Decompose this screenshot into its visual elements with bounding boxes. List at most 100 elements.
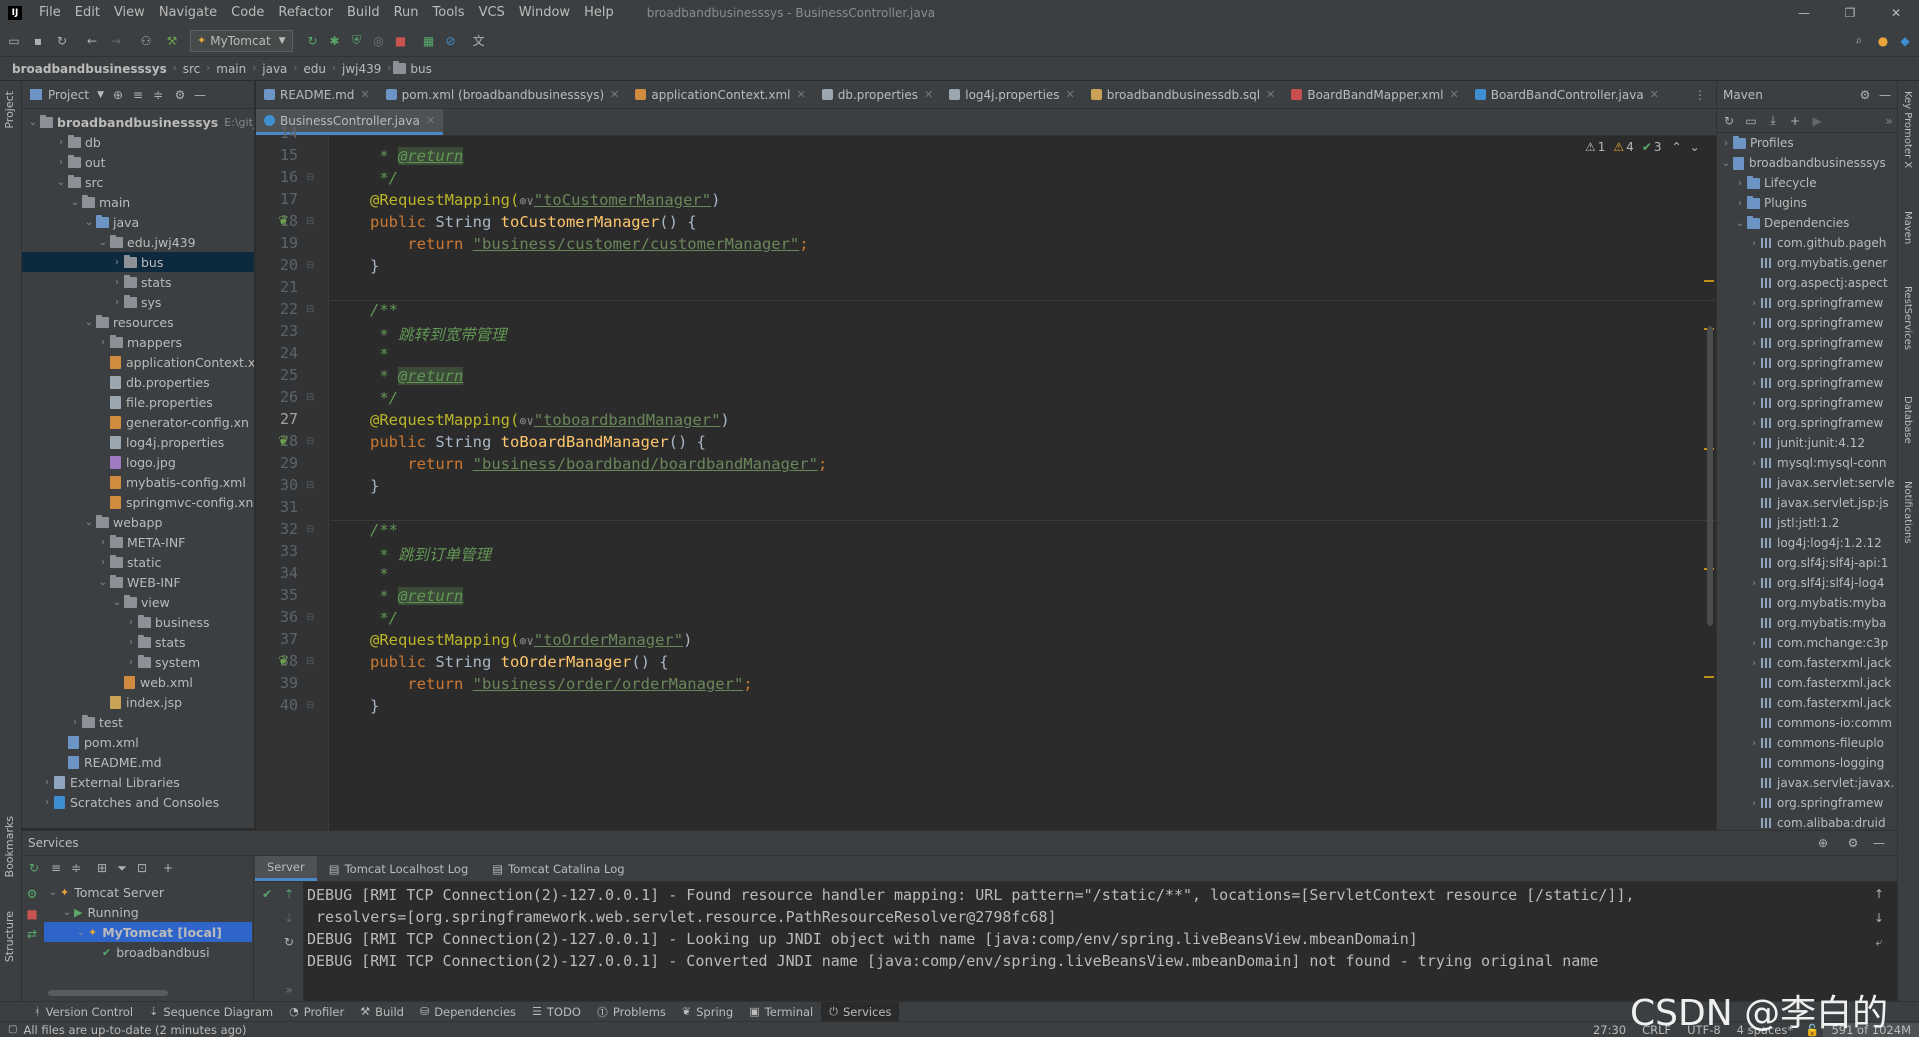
menu-file[interactable]: File: [32, 0, 68, 25]
maven-node[interactable]: › com.mchange:c3p: [1717, 633, 1897, 653]
fold-marker-icon[interactable]: ⊟: [306, 612, 314, 623]
menu-vcs[interactable]: VCS: [472, 0, 512, 25]
maven-node[interactable]: › org.springframew: [1717, 393, 1897, 413]
tree-node[interactable]: ⌄ java: [22, 212, 254, 232]
reload-icon[interactable]: ↻: [1721, 113, 1737, 129]
debug-bug-icon[interactable]: ✱: [327, 33, 343, 49]
tree-node[interactable]: ⌄ edu.jwj439: [22, 232, 254, 252]
breadcrumb-edu[interactable]: edu: [299, 62, 330, 76]
tree-node[interactable]: index.jsp: [22, 692, 254, 712]
deploy-icon[interactable]: ⇄: [24, 926, 40, 942]
maven-node[interactable]: javax.servlet:servle: [1717, 473, 1897, 493]
expand-all-icon[interactable]: ≡: [48, 860, 64, 876]
restservices-tool-tab[interactable]: RestServices: [1902, 286, 1913, 350]
tree-node[interactable]: › Scratches and Consoles: [22, 792, 254, 812]
menu-window[interactable]: Window: [512, 0, 577, 25]
fold-marker-icon[interactable]: ⊟: [306, 216, 314, 227]
structure-tool-tab[interactable]: Structure: [3, 911, 16, 962]
soft-wrap-icon[interactable]: ⤶: [1871, 934, 1887, 950]
error-stripe[interactable]: [1702, 136, 1716, 830]
new-tab-icon[interactable]: ⊡: [134, 860, 150, 876]
tab-catalina-log[interactable]: ▤ Tomcat Catalina Log: [480, 856, 636, 881]
maven-node[interactable]: com.fasterxml.jack: [1717, 673, 1897, 693]
gear-icon[interactable]: ⚙: [1845, 835, 1861, 851]
maven-node[interactable]: ⌄ broadbandbusinesssys: [1717, 153, 1897, 173]
editor-tab[interactable]: db.properties ✕: [814, 81, 942, 108]
add-icon[interactable]: +: [160, 860, 176, 876]
gear-icon[interactable]: ⚙: [1857, 87, 1873, 103]
update-check-icon[interactable]: ✔: [259, 886, 275, 902]
stop-icon[interactable]: ■: [24, 906, 40, 922]
editor-tab[interactable]: broadbandbusinessdb.sql ✕: [1083, 81, 1284, 108]
undeploy-icon[interactable]: ⇣: [281, 910, 297, 926]
add-folder-icon[interactable]: ▭: [1743, 113, 1759, 129]
download-icon[interactable]: ⤓: [1765, 113, 1781, 129]
maven-node[interactable]: commons-io:comm: [1717, 713, 1897, 733]
close-tab-icon[interactable]: ✕: [1266, 88, 1275, 101]
maven-node[interactable]: › org.springframew: [1717, 373, 1897, 393]
tool-window-sequence-diagram[interactable]: ⇣ Sequence Diagram: [141, 1002, 281, 1021]
run-icon[interactable]: ⚙: [24, 886, 40, 902]
tree-node[interactable]: › mappers: [22, 332, 254, 352]
tree-node[interactable]: web.xml: [22, 672, 254, 692]
close-tab-icon[interactable]: ✕: [426, 114, 435, 127]
tool-window-services[interactable]: ⏻ Services: [821, 1002, 900, 1021]
save-all-icon[interactable]: ▪: [30, 33, 46, 49]
maven-node[interactable]: › com.github.pageh: [1717, 233, 1897, 253]
close-tab-icon[interactable]: ✕: [924, 88, 933, 101]
services-hscrollbar[interactable]: [48, 990, 168, 996]
scroll-up-icon[interactable]: ↑: [1871, 886, 1887, 902]
tree-node[interactable]: › test: [22, 712, 254, 732]
run-config-dropdown[interactable]: ✦ MyTomcat ▼: [190, 29, 293, 52]
add-service-icon[interactable]: ⊕: [1815, 835, 1831, 851]
service-node[interactable]: ✔ broadbandbusi: [44, 942, 252, 962]
editor-scrollbar[interactable]: [1707, 326, 1713, 626]
editor-tab[interactable]: BoardBandController.java ✕: [1467, 81, 1667, 108]
inspection-widget[interactable]: ⚠ 1 ⚠ 4 ✔ 3 ⌃ ⌄: [1585, 140, 1700, 154]
close-tab-icon[interactable]: ✕: [1450, 88, 1459, 101]
tree-node[interactable]: › business: [22, 612, 254, 632]
maven-node[interactable]: log4j:log4j:1.2.12: [1717, 533, 1897, 553]
tool-window-version-control[interactable]: ᚼ Version Control: [26, 1002, 141, 1021]
scroll-down-icon[interactable]: ↓: [1871, 910, 1887, 926]
profile-icon[interactable]: ◎: [371, 33, 387, 49]
fold-marker-icon[interactable]: ⊟: [306, 656, 314, 667]
fold-marker-icon[interactable]: ⊟: [306, 172, 314, 183]
service-node[interactable]: ⌄ ✦ MyTomcat [local]: [44, 922, 252, 942]
forward-icon[interactable]: →: [108, 33, 124, 49]
tool-window-problems[interactable]: ⓵ Problems: [589, 1002, 674, 1021]
tree-node[interactable]: ⌄ view: [22, 592, 254, 612]
chevron-down-icon[interactable]: ▼: [97, 90, 104, 100]
next-highlight-icon[interactable]: ⌄: [1690, 140, 1700, 154]
maven-node[interactable]: › org.springframew: [1717, 793, 1897, 813]
editor-tab[interactable]: applicationContext.xml ✕: [627, 81, 813, 108]
maven-node[interactable]: › Lifecycle: [1717, 173, 1897, 193]
tree-node[interactable]: log4j.properties: [22, 432, 254, 452]
maven-node[interactable]: › org.springframew: [1717, 413, 1897, 433]
maven-node[interactable]: org.slf4j:slf4j-api:1: [1717, 553, 1897, 573]
deploy-icon[interactable]: ⇡: [281, 886, 297, 902]
minimize-icon[interactable]: —: [1781, 6, 1827, 20]
maven-node[interactable]: org.mybatis.gener: [1717, 253, 1897, 273]
notifications-tool-tab[interactable]: Notifications: [1902, 481, 1913, 544]
group-icon[interactable]: ⊞: [94, 860, 110, 876]
bookmarks-tool-tab[interactable]: Bookmarks: [3, 816, 16, 877]
update-icon[interactable]: ●: [1875, 33, 1891, 49]
more-icon[interactable]: »: [1881, 113, 1897, 129]
editor-tab[interactable]: log4j.properties ✕: [941, 81, 1083, 108]
collapse-all-icon[interactable]: ≑: [68, 860, 84, 876]
tree-node[interactable]: › system: [22, 652, 254, 672]
stop-icon[interactable]: ■: [393, 33, 409, 49]
maven-node[interactable]: › org.springframew: [1717, 313, 1897, 333]
editor-tab[interactable]: pom.xml (broadbandbusinesssys) ✕: [378, 81, 628, 108]
fold-marker-icon[interactable]: ⊟: [306, 392, 314, 403]
maven-node[interactable]: org.mybatis:myba: [1717, 593, 1897, 613]
close-tab-icon[interactable]: ✕: [360, 88, 369, 101]
project-view-dropdown[interactable]: Project: [48, 88, 89, 102]
tree-node[interactable]: pom.xml: [22, 732, 254, 752]
tool-window-build[interactable]: ⚒ Build: [352, 1002, 412, 1021]
tree-node[interactable]: › sys: [22, 292, 254, 312]
maven-node[interactable]: org.mybatis:myba: [1717, 613, 1897, 633]
maven-node[interactable]: › org.springframew: [1717, 353, 1897, 373]
maven-node[interactable]: › org.springframew: [1717, 293, 1897, 313]
